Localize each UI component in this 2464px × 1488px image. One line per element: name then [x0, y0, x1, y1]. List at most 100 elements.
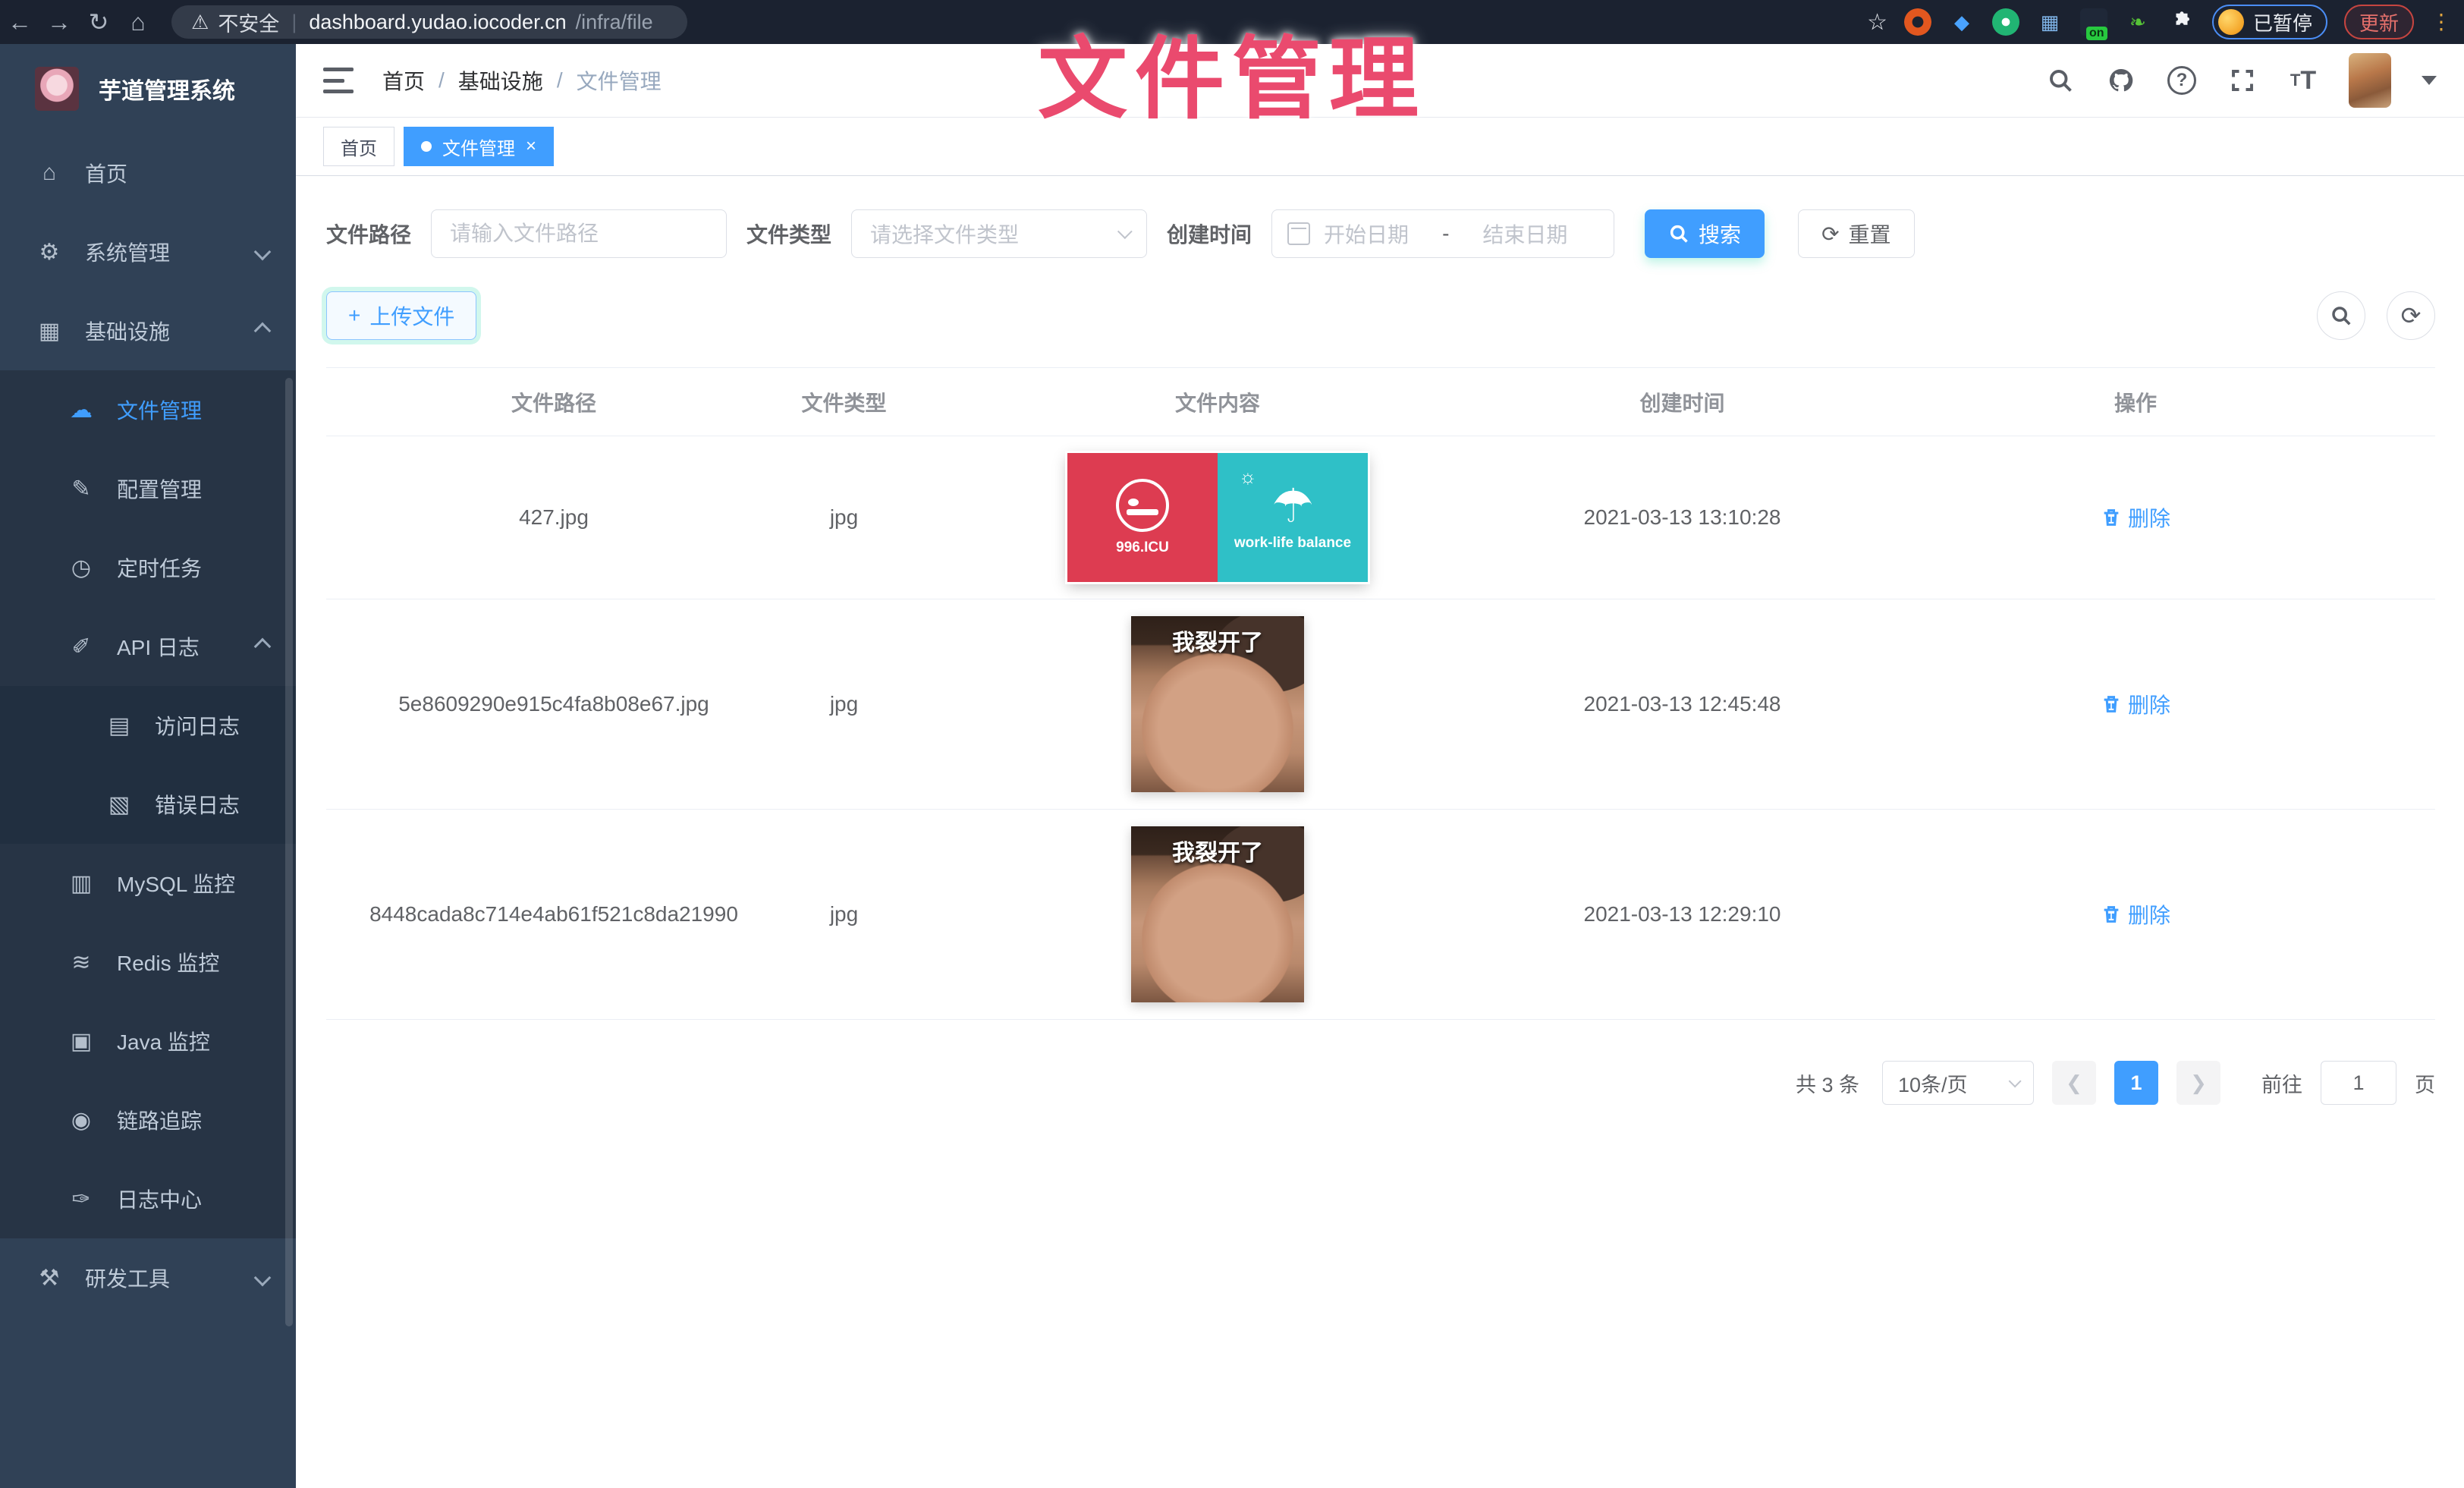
sidebar-item-label: MySQL 监控 [117, 868, 235, 898]
search-icon [2330, 304, 2352, 327]
file-thumbnail-baby-meme[interactable]: 我裂开了 [1131, 826, 1304, 1002]
page-content: 文件路径 文件类型 请选择文件类型 创建时间 开始日期 - 结束日期 [296, 176, 2464, 1488]
log-center-icon: ✑ [68, 1186, 94, 1213]
bed-icon [1116, 479, 1169, 532]
sidebar-item-home[interactable]: ⌂ 首页 [0, 134, 296, 212]
sidebar-item-config[interactable]: ✎ 配置管理 [0, 449, 296, 528]
sidebar-item-scheduled-tasks[interactable]: ◷ 定时任务 [0, 528, 296, 607]
delete-label: 删除 [2128, 502, 2170, 533]
address-bar[interactable]: ⚠ 不安全 | dashboard.yudao.iocoder.cn/infra… [171, 5, 687, 39]
fullscreen-icon[interactable] [2227, 65, 2258, 96]
table-row: 8448cada8c714e4ab61f521c8da21990 jpg 我裂开… [326, 810, 2435, 1020]
search-icon [1668, 223, 1689, 244]
extension-on-badge-icon[interactable] [2080, 8, 2107, 36]
extension-green-check-icon[interactable] [1992, 8, 2019, 36]
browser-update-button[interactable]: 更新 [2344, 5, 2414, 39]
tab-file-management[interactable]: 文件管理 × [404, 127, 554, 166]
calendar-icon [1287, 222, 1310, 245]
plus-icon: + [348, 304, 360, 328]
sidebar-item-log-center[interactable]: ✑ 日志中心 [0, 1159, 296, 1238]
monitor-icon: ▦ [36, 318, 62, 344]
page-number-1[interactable]: 1 [2114, 1061, 2158, 1105]
browser-home-icon[interactable]: ⌂ [118, 8, 158, 36]
browser-reload-icon[interactable]: ↻ [79, 8, 118, 36]
pagination-total: 共 3 条 [1796, 1068, 1859, 1098]
refresh-icon: ⟳ [2401, 304, 2422, 328]
sidebar-item-infra[interactable]: ▦ 基础设施 [0, 291, 296, 370]
sidebar-item-access-log[interactable]: ▤ 访问日志 [0, 686, 296, 765]
banner-996-panel: 996.ICU [1067, 453, 1218, 582]
banner-worklife-panel: ☼ ☂ work-life balance [1218, 453, 1368, 582]
chevron-down-icon [254, 1269, 272, 1287]
cell-actions: 删除 [1836, 899, 2435, 930]
breadcrumb-separator: / [557, 68, 563, 93]
browser-back-icon[interactable]: ← [0, 8, 39, 36]
page-size-select[interactable]: 10条/页 [1882, 1061, 2034, 1105]
sidebar-collapse-icon[interactable] [323, 68, 354, 93]
toolbar: + 上传文件 ⟳ [326, 291, 2435, 340]
sidebar-item-link-tracing[interactable]: ◉ 链路追踪 [0, 1081, 296, 1159]
address-divider: | [291, 11, 297, 34]
search-button[interactable]: 搜索 [1645, 209, 1765, 258]
date-range-picker[interactable]: 开始日期 - 结束日期 [1271, 209, 1614, 258]
goto-page-input[interactable] [2321, 1061, 2396, 1105]
insecure-warning-icon: ⚠ [191, 11, 209, 34]
upload-file-button[interactable]: + 上传文件 [326, 291, 476, 340]
tab-home[interactable]: 首页 [323, 127, 394, 166]
profile-paused-badge[interactable]: 已暂停 [2212, 5, 2327, 39]
breadcrumb-home[interactable]: 首页 [382, 65, 425, 96]
sidebar-item-system[interactable]: ⚙ 系统管理 [0, 212, 296, 291]
sidebar-item-label: 错误日志 [155, 789, 240, 820]
show-search-button[interactable] [2317, 291, 2365, 340]
sidebar-item-redis-monitor[interactable]: ≋ Redis 监控 [0, 923, 296, 1002]
browser-forward-icon[interactable]: → [39, 8, 79, 36]
trash-icon [2101, 904, 2122, 925]
page-unit-label: 页 [2415, 1068, 2435, 1098]
delete-button[interactable]: 删除 [2101, 899, 2170, 930]
delete-button[interactable]: 删除 [2101, 502, 2170, 533]
cell-file-type: jpg [781, 902, 907, 926]
refresh-table-button[interactable]: ⟳ [2387, 291, 2435, 340]
date-separator: - [1442, 222, 1449, 246]
sidebar-item-dev-tools[interactable]: ⚒ 研发工具 [0, 1238, 296, 1317]
sidebar-item-label: 系统管理 [85, 237, 170, 267]
sidebar-item-api-log[interactable]: ✐ API 日志 [0, 607, 296, 686]
extension-drop-icon[interactable]: ◆ [1948, 8, 1975, 36]
font-size-icon[interactable]: TT [2288, 65, 2318, 96]
sidebar-scrollbar[interactable] [285, 378, 293, 1326]
home-icon: ⌂ [36, 160, 62, 186]
sidebar-item-error-log[interactable]: ▧ 错误日志 [0, 765, 296, 844]
github-icon[interactable] [2106, 65, 2136, 96]
file-thumbnail-996-banner[interactable]: 996.ICU ☼ ☂ work-life balance [1067, 453, 1368, 582]
col-file-type: 文件类型 [781, 387, 907, 417]
tab-label: 文件管理 [442, 134, 515, 160]
reset-button[interactable]: ⟳ 重置 [1798, 209, 1914, 258]
prev-page-button[interactable]: ❮ [2052, 1061, 2096, 1105]
extension-grid-icon[interactable]: ▦ [2036, 8, 2063, 36]
extension-orange-icon[interactable] [1904, 8, 1931, 36]
file-path-input[interactable] [431, 209, 727, 258]
app-window: 芋道管理系统 ⌂ 首页 ⚙ 系统管理 ▦ 基础设施 ☁ [0, 44, 2464, 1488]
cell-create-time: 2021-03-13 13:10:28 [1529, 505, 1836, 530]
tab-close-icon[interactable]: × [526, 136, 536, 157]
file-thumbnail-baby-meme[interactable]: 我裂开了 [1131, 616, 1304, 792]
banner-left-caption: 996.ICU [1116, 540, 1169, 556]
extension-leaf-icon[interactable]: ❧ [2124, 8, 2151, 36]
browser-menu-kebab-icon[interactable]: ⋮ [2431, 18, 2452, 26]
delete-button[interactable]: 删除 [2101, 689, 2170, 719]
user-menu-caret-icon[interactable] [2422, 76, 2437, 85]
next-page-button[interactable]: ❯ [2176, 1061, 2220, 1105]
extensions-puzzle-icon[interactable] [2168, 8, 2195, 36]
help-icon[interactable]: ? [2167, 65, 2197, 96]
sidebar-item-java-monitor[interactable]: ▣ Java 监控 [0, 1002, 296, 1081]
user-avatar[interactable] [2349, 53, 2391, 108]
sidebar-item-file-management[interactable]: ☁ 文件管理 [0, 370, 296, 449]
insecure-label[interactable]: 不安全 [218, 8, 279, 37]
bookmark-star-icon[interactable]: ☆ [1867, 9, 1887, 36]
search-icon[interactable] [2045, 65, 2076, 96]
trash-icon [2101, 507, 2122, 528]
breadcrumb-infra[interactable]: 基础设施 [458, 65, 543, 96]
sidebar-item-mysql-monitor[interactable]: ▥ MySQL 监控 [0, 844, 296, 923]
sidebar-menu: ⌂ 首页 ⚙ 系统管理 ▦ 基础设施 ☁ 文件管理 [0, 134, 296, 1317]
file-type-select[interactable]: 请选择文件类型 [851, 209, 1147, 258]
